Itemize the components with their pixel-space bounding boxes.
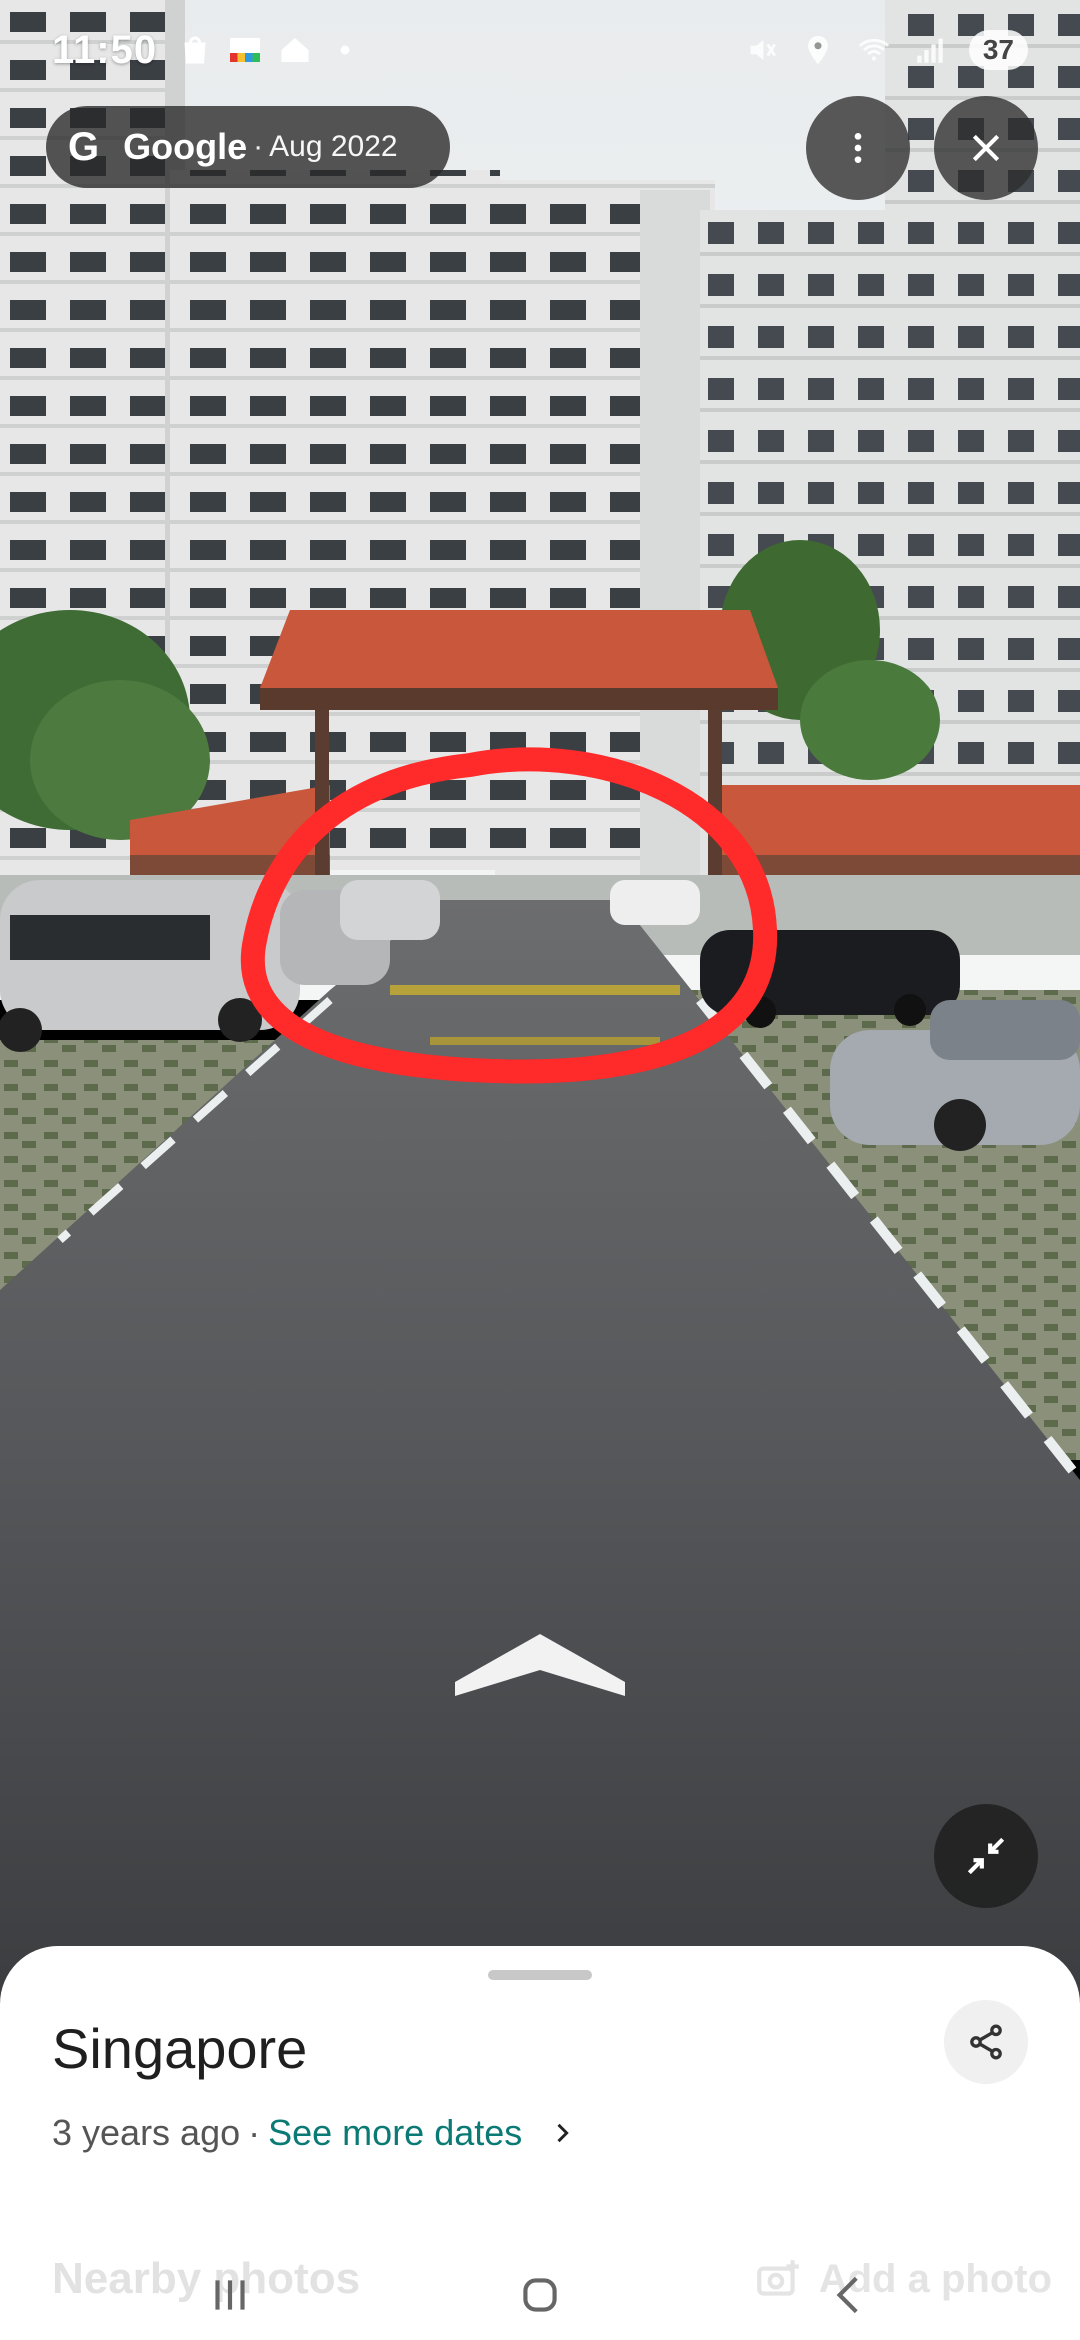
provider-name: Google	[123, 126, 248, 167]
shopping-bag-icon	[184, 36, 206, 64]
location-icon	[807, 35, 828, 65]
status-time: 11:50	[52, 27, 158, 72]
more-options-button[interactable]	[806, 96, 910, 200]
status-right-icons: 37	[745, 30, 1028, 70]
recent-apps-button[interactable]	[195, 2260, 265, 2330]
capture-date: Aug 2022	[269, 130, 398, 163]
separator-dot: ·	[248, 2112, 261, 2153]
share-icon	[970, 2024, 1002, 2060]
close-button[interactable]	[934, 96, 1038, 200]
battery-level: 37	[968, 30, 1028, 70]
back-button[interactable]	[815, 2260, 885, 2330]
collapse-arrows-icon	[967, 1837, 1005, 1875]
wifi-icon	[858, 38, 889, 61]
vertical-ellipsis-icon	[854, 133, 862, 163]
capture-age: 3 years ago	[52, 2112, 241, 2153]
share-button[interactable]	[944, 2000, 1028, 2084]
place-title: Singapore	[52, 2017, 308, 2080]
separator-dot: ·	[253, 130, 264, 163]
google-logo-icon: G	[68, 124, 100, 169]
street-view-image	[0, 0, 1080, 2000]
sheet-drag-handle[interactable]	[488, 1970, 592, 1980]
capture-meta-row: 3 years ago · See more dates	[52, 2112, 576, 2154]
status-bar: 11:50 37	[0, 0, 1080, 100]
imagery-source-chip[interactable]: G Google · Aug 2022	[46, 106, 450, 188]
recent-apps-icon	[215, 2280, 245, 2310]
see-more-dates-link[interactable]: See more dates	[268, 2112, 522, 2154]
collapse-view-button[interactable]	[934, 1804, 1038, 1908]
status-left-icons	[177, 32, 363, 68]
street-view-panorama[interactable]	[0, 0, 1080, 2000]
close-icon	[972, 134, 1000, 162]
home-button[interactable]	[505, 2260, 575, 2330]
home-icon	[281, 38, 309, 62]
dot-icon	[340, 45, 350, 55]
mute-icon	[750, 40, 776, 60]
home-nav-icon	[523, 2278, 557, 2312]
axs-app-icon	[230, 38, 261, 62]
system-navigation-bar	[0, 2250, 1080, 2340]
signal-icon	[917, 38, 943, 63]
back-icon	[836, 2276, 858, 2314]
chevron-right-icon[interactable]	[548, 2119, 576, 2147]
